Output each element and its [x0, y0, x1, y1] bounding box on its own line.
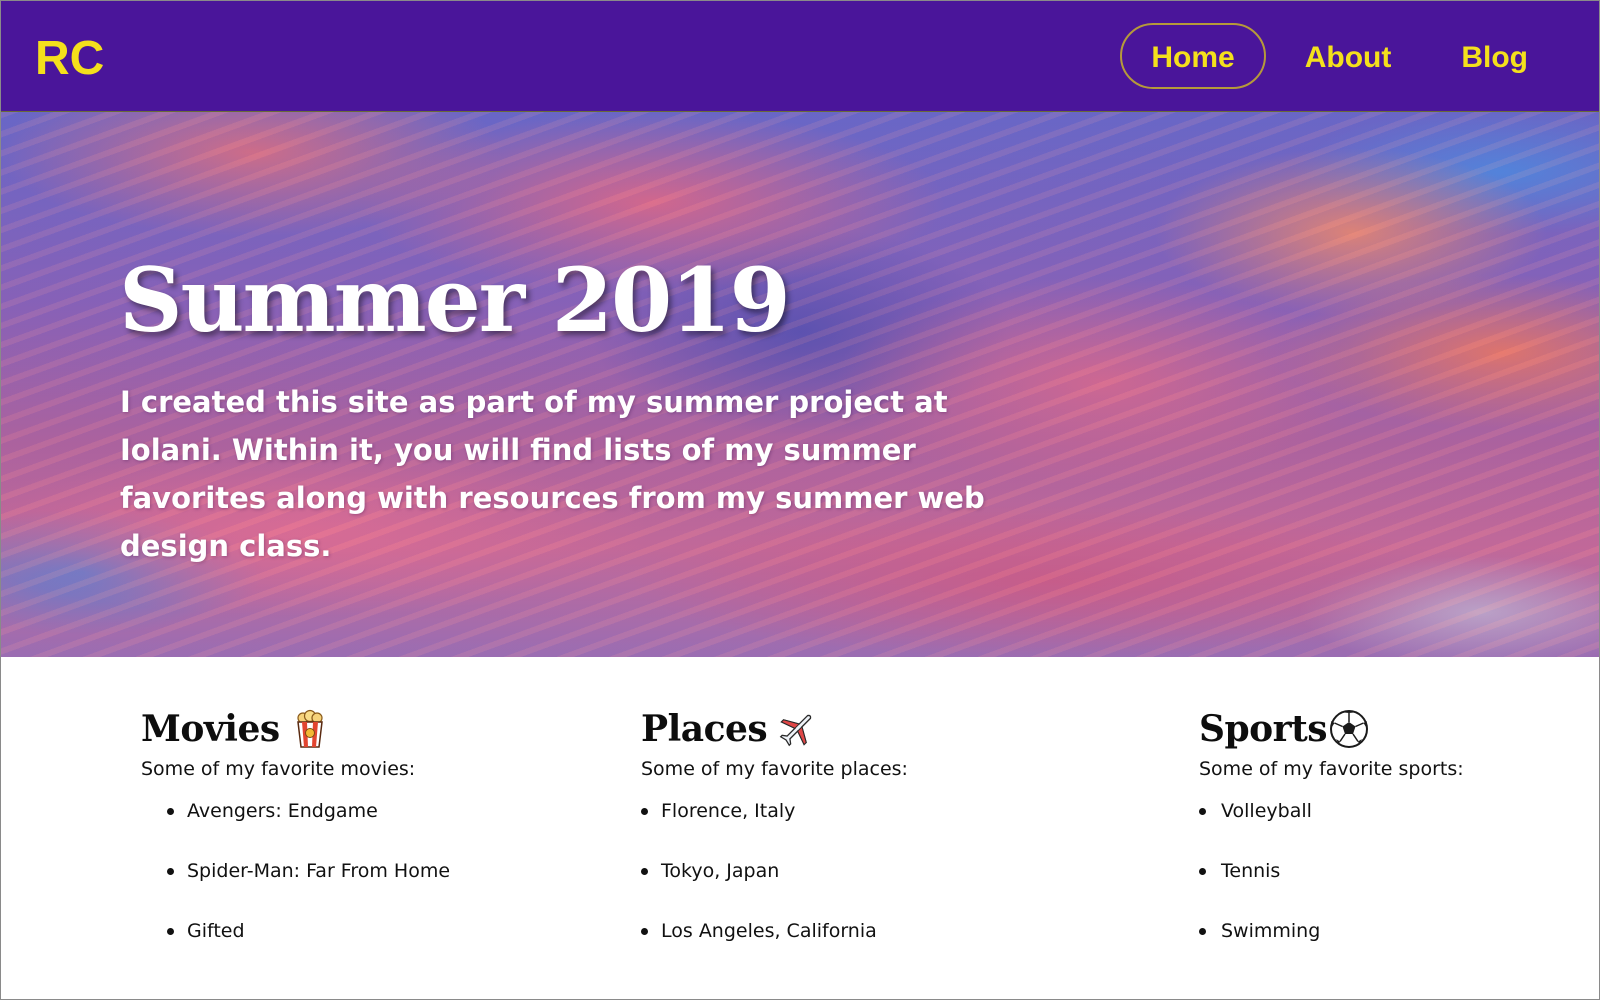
popcorn-icon	[290, 709, 330, 749]
sports-heading: Sports	[1199, 707, 1464, 751]
nav-link-home[interactable]: Home	[1120, 23, 1266, 89]
logo-link[interactable]: RC	[35, 31, 104, 87]
sports-heading-label: Sports	[1199, 708, 1328, 750]
hero-banner: Summer 2019 I created this site as part …	[1, 112, 1599, 657]
movies-heading: Movies	[141, 707, 450, 751]
movie-item-text: Spider-Man: Far From Home	[187, 860, 451, 882]
top-navbar: RC Home About Blog	[1, 1, 1599, 112]
movie-item-text: Avengers: Endgame	[187, 800, 378, 822]
places-list: Florence, Italy Tokyo, Japan Los Angeles…	[641, 799, 908, 979]
movies-list: Avengers: Endgame Spider-Man: Far From H…	[141, 799, 450, 979]
bullet	[167, 868, 174, 875]
sports-column: Sports Some of my favorite sports: Volle…	[1199, 707, 1464, 979]
places-heading-label: Places	[641, 708, 768, 750]
places-description: Some of my favorite places:	[641, 758, 908, 780]
list-item: Swimming	[1199, 919, 1464, 979]
airplane-icon	[777, 709, 817, 749]
list-item: Avengers: Endgame	[141, 799, 450, 859]
list-item: Gifted	[141, 919, 450, 979]
list-item: Tennis	[1199, 859, 1464, 919]
bullet	[167, 928, 174, 935]
movies-description: Some of my favorite movies:	[141, 758, 416, 780]
list-item: Florence, Italy	[641, 799, 908, 859]
bullet	[641, 808, 648, 815]
bullet	[167, 808, 174, 815]
movies-column: Movies Some of my favorite movies: Aveng…	[141, 707, 450, 979]
sports-list: Volleyball Tennis Swimming	[1199, 799, 1464, 979]
sport-item-text: Volleyball	[1221, 800, 1312, 822]
places-heading: Places	[641, 707, 908, 751]
list-item: Spider-Man: Far From Home	[141, 859, 450, 919]
place-item-text: Florence, Italy	[661, 800, 796, 822]
movie-item-text: Gifted	[187, 920, 245, 942]
hero-title: Summer 2019	[119, 248, 791, 352]
bullet	[1199, 928, 1206, 935]
bullet	[641, 868, 648, 875]
sport-item-text: Swimming	[1221, 920, 1321, 942]
list-item: Los Angeles, California	[641, 919, 908, 979]
sports-description: Some of my favorite sports:	[1199, 758, 1464, 780]
favorites-section: Movies Some of my favorite movies: Aveng…	[1, 657, 1599, 999]
movies-heading-label: Movies	[141, 708, 280, 750]
place-item-text: Los Angeles, California	[661, 920, 877, 942]
place-item-text: Tokyo, Japan	[661, 860, 780, 882]
bullet	[1199, 868, 1206, 875]
list-item: Volleyball	[1199, 799, 1464, 859]
nav-link-blog[interactable]: Blog	[1430, 23, 1559, 89]
nav-links: Home About Blog	[1112, 23, 1559, 89]
places-column: Places Some of my favorite places: Flore…	[641, 707, 908, 979]
nav-link-about[interactable]: About	[1274, 23, 1423, 89]
soccer-ball-icon	[1329, 709, 1369, 749]
list-item: Tokyo, Japan	[641, 859, 908, 919]
hero-description: I created this site as part of my summer…	[120, 385, 985, 563]
bullet	[1199, 808, 1206, 815]
sport-item-text: Tennis	[1221, 860, 1281, 882]
bullet	[641, 928, 648, 935]
page-frame: RC Home About Blog Summer 2019 I created…	[0, 0, 1600, 1000]
